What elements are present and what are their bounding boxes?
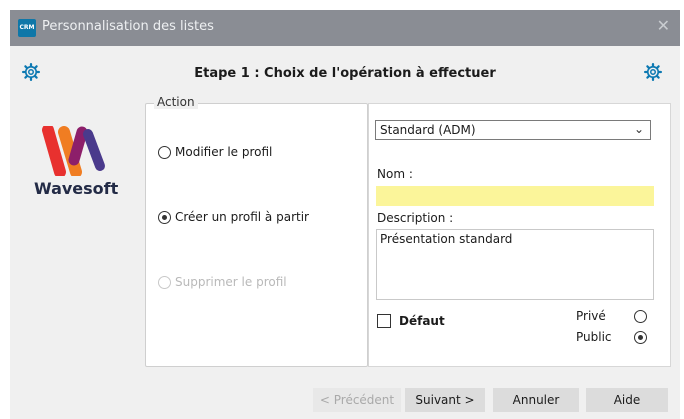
next-button[interactable]: Suivant > bbox=[405, 388, 485, 412]
step-title: Etape 1 : Choix de l'opération à effectu… bbox=[194, 66, 496, 81]
gear-icon[interactable] bbox=[644, 63, 662, 81]
window-title: Personnalisation des listes bbox=[42, 19, 214, 34]
visibility-public-label[interactable]: Public bbox=[576, 330, 612, 344]
chevron-down-icon[interactable]: ⌄ bbox=[634, 122, 644, 136]
radio-modifier-profil-label[interactable]: Modifier le profil bbox=[175, 145, 272, 159]
visibility-prive-label[interactable]: Privé bbox=[576, 309, 606, 323]
default-label[interactable]: Défaut bbox=[399, 314, 445, 328]
action-legend: Action bbox=[154, 95, 198, 109]
close-button[interactable]: ✕ bbox=[657, 16, 670, 35]
radio-modifier-profil[interactable] bbox=[158, 146, 171, 159]
radio-public[interactable] bbox=[634, 331, 647, 344]
profile-dropdown[interactable]: Standard (ADM) ⌄ bbox=[375, 120, 651, 140]
action-group bbox=[145, 103, 368, 367]
nom-label: Nom : bbox=[377, 167, 413, 181]
cancel-button[interactable]: Annuler bbox=[493, 388, 579, 412]
radio-creer-profil[interactable] bbox=[158, 211, 171, 224]
title-bar: CRM Personnalisation des listes ✕ bbox=[0, 0, 684, 46]
radio-prive[interactable] bbox=[634, 310, 647, 323]
radio-creer-profil-label[interactable]: Créer un profil à partir bbox=[175, 210, 309, 224]
wavesoft-logo-text: Wavesoft bbox=[34, 179, 119, 198]
description-label: Description : bbox=[377, 211, 454, 225]
nom-input[interactable] bbox=[376, 186, 654, 206]
radio-supprimer-profil[interactable] bbox=[158, 276, 171, 289]
default-checkbox[interactable] bbox=[377, 314, 391, 328]
title-bar-inner: CRM Personnalisation des listes ✕ bbox=[10, 10, 680, 46]
help-button[interactable]: Aide bbox=[586, 388, 668, 412]
wavesoft-logo-mark bbox=[42, 126, 105, 176]
description-textarea[interactable]: Présentation standard bbox=[376, 229, 654, 300]
crm-app-icon: CRM bbox=[18, 19, 36, 37]
dialog-body: Etape 1 : Choix de l'opération à effectu… bbox=[10, 46, 680, 419]
radio-supprimer-profil-label[interactable]: Supprimer le profil bbox=[175, 275, 287, 289]
previous-button[interactable]: < Précédent bbox=[313, 388, 401, 412]
profile-dropdown-value: Standard (ADM) bbox=[380, 123, 476, 137]
